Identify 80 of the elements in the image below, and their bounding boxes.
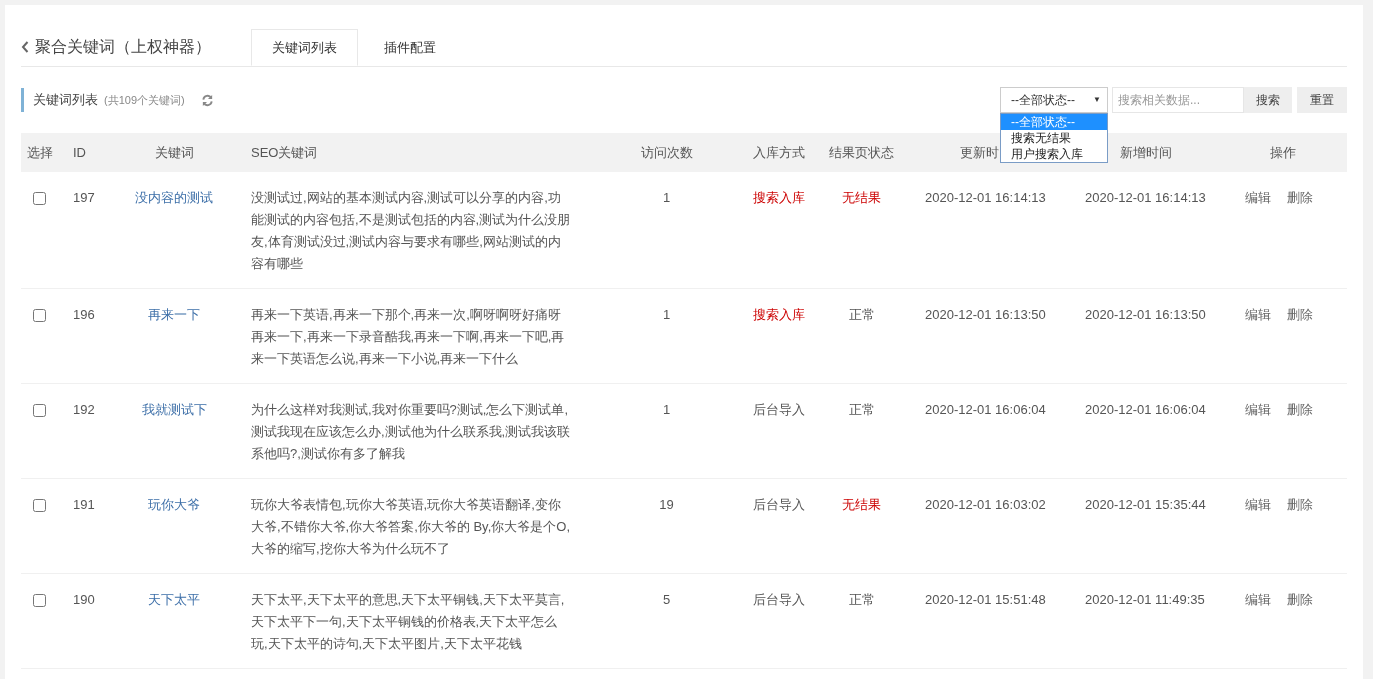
import-method-cell: 后台导入 [753, 497, 805, 512]
keyword-link[interactable]: 我就测试下 [141, 402, 207, 417]
result-status-cell: 正常 [848, 402, 875, 417]
import-method-cell: 搜索入库 [753, 190, 805, 205]
column-header: 更新时 [960, 144, 999, 160]
column-header: 关键词 [154, 144, 194, 160]
visits-cell: 19 [659, 497, 674, 512]
reset-button[interactable]: 重置 [1297, 87, 1347, 113]
import-method-cell: 搜索入库 [753, 307, 805, 322]
id-cell: 191 [73, 497, 95, 512]
tab[interactable]: 插件配置 [358, 29, 462, 66]
column-header: 访问次数 [640, 144, 693, 160]
edit-link[interactable]: 编辑 [1245, 187, 1271, 209]
delete-link[interactable]: 删除 [1287, 494, 1313, 516]
visits-cell: 5 [662, 592, 671, 607]
page-title: 聚合关键词（上权神器） [35, 37, 211, 57]
visits-cell: 1 [662, 402, 671, 417]
row-checkbox[interactable] [33, 309, 46, 322]
row-checkbox[interactable] [33, 192, 46, 205]
delete-link[interactable]: 删除 [1287, 304, 1313, 326]
dropdown-option[interactable]: 用户搜索入库 [1001, 146, 1107, 162]
edit-link[interactable]: 编辑 [1245, 589, 1271, 611]
column-header: ID [73, 144, 86, 160]
column-header: 操作 [1270, 144, 1296, 160]
column-header: 入库方式 [753, 144, 805, 160]
edit-link[interactable]: 编辑 [1245, 304, 1271, 326]
result-status-cell: 无结果 [842, 497, 881, 512]
result-status-cell: 正常 [848, 592, 875, 607]
tab[interactable]: 关键词列表 [251, 29, 358, 66]
result-status-cell: 无结果 [842, 190, 881, 205]
id-cell: 196 [73, 307, 95, 322]
result-status-cell: 正常 [848, 307, 875, 322]
search-field[interactable]: 搜索相关数据... [1112, 87, 1244, 113]
keyword-link[interactable]: 玩你大爷 [148, 497, 200, 512]
updated-time-cell: 2020-12-01 16:03:02 [925, 497, 1046, 512]
created-time-cell: 2020-12-01 16:14:13 [1085, 190, 1206, 205]
row-checkbox[interactable] [33, 499, 46, 512]
section-title: 关键词列表 [33, 91, 98, 110]
row-checkbox[interactable] [33, 404, 46, 417]
seo-keywords-text: 玩你大爷表情包,玩你大爷英语,玩你大爷英语翻译,变你大爷,不错你大爷,你大爷答案,你大爷的 By,你大爷是个O,大爷的缩写,挖你大爷为什么玩不了 [251, 496, 571, 558]
edit-link[interactable]: 编辑 [1245, 399, 1271, 421]
seo-keywords-text: 天下太平,天下太平的意思,天下太平铜钱,天下太平莫言,天下太平下一句,天下太平铜钱的价格表,天下太平怎么玩,天下太平的诗句,天下太平图片,天下太平花钱 [251, 591, 566, 653]
delete-link[interactable]: 删除 [1287, 187, 1313, 209]
delete-link[interactable]: 删除 [1287, 589, 1313, 611]
updated-time-cell: 2020-12-01 16:13:50 [925, 307, 1046, 322]
column-header: 结果页状态 [829, 144, 894, 160]
created-time-cell: 2020-12-01 16:06:04 [1085, 402, 1206, 417]
import-method-cell: 后台导入 [753, 592, 805, 607]
updated-time-cell: 2020-12-01 16:06:04 [925, 402, 1046, 417]
seo-keywords-text: 没测试过,网站的基本测试内容,测试可以分享的内容,功能测试的内容包括,不是测试包括的内容,测试为什么没朋友,体育测试没过,测试内容与要求有哪些,网站测试的内容有哪些 [251, 189, 572, 273]
dropdown-caret-icon: ▼ [1093, 94, 1101, 106]
dropdown-option[interactable]: --全部状态-- [1001, 114, 1107, 130]
back-icon[interactable] [21, 41, 29, 53]
visits-cell: 1 [662, 307, 671, 322]
dropdown-option[interactable]: 搜索无结果 [1001, 130, 1107, 146]
status-select[interactable]: --全部状态-- ▼ [1000, 87, 1108, 113]
refresh-icon[interactable] [200, 93, 214, 107]
seo-keywords-text: 再来一下英语,再来一下那个,再来一次,啊呀啊呀好痛呀再来一下,再来一下录音酷我,再来一下啊,再来一下吧,再来一下英语怎么说,再来一下小说,再来一下什么 [251, 306, 566, 368]
column-header: 选择 [27, 144, 53, 160]
seo-keywords-text: 为什么这样对我测试,我对你重要吗?测试,怎么下测试单,测试我现在应该怎么办,测试他为什么联系我,测试我该联系他吗?,测试你有多了解我 [251, 401, 572, 463]
keyword-link[interactable]: 再来一下 [148, 307, 200, 322]
updated-time-cell: 2020-12-01 16:14:13 [925, 190, 1046, 205]
id-cell: 197 [73, 190, 95, 205]
edit-link[interactable]: 编辑 [1245, 494, 1271, 516]
created-time-cell: 2020-12-01 16:13:50 [1085, 307, 1206, 322]
updated-time-cell: 2020-12-01 15:51:48 [925, 592, 1046, 607]
created-time-cell: 2020-12-01 15:35:44 [1085, 497, 1206, 512]
column-header: SEO关键词 [251, 144, 318, 160]
import-method-cell: 后台导入 [753, 402, 805, 417]
id-cell: 190 [73, 592, 95, 607]
keyword-link[interactable]: 天下太平 [148, 592, 200, 607]
column-header: 新增时间 [1120, 144, 1172, 160]
keyword-link[interactable]: 没内容的测试 [135, 190, 213, 205]
delete-link[interactable]: 删除 [1287, 399, 1313, 421]
id-cell: 192 [73, 402, 95, 417]
search-button[interactable]: 搜索 [1244, 87, 1292, 113]
created-time-cell: 2020-12-01 11:49:35 [1085, 592, 1205, 607]
keyword-count: (共109个关键词) [104, 92, 185, 108]
visits-cell: 1 [662, 190, 671, 205]
row-checkbox[interactable] [33, 594, 46, 607]
